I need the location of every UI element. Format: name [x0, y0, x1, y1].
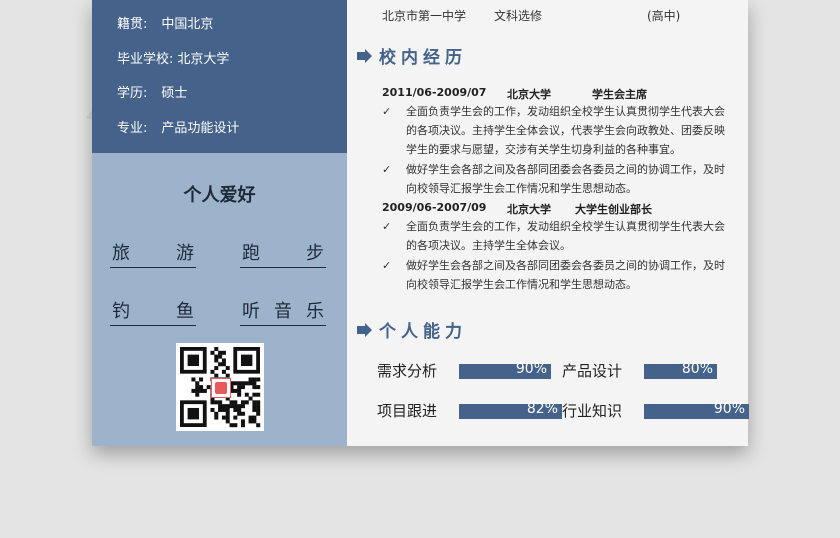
hobby-char: 乐 [306, 301, 324, 322]
info-label: 籍贯: [117, 17, 148, 32]
hobby-char: 音 [274, 301, 292, 322]
job-org: 北京大学 [507, 203, 551, 216]
info-hometown: 籍贯: 中国北京 [117, 13, 213, 32]
job-bullet: ✓ 全面负责学生会的工作，发动组织全校学生认真贯彻学生代表大会的各项决议。主持学… [382, 102, 727, 159]
skill-percent: 90% [713, 401, 745, 417]
hobby-char: 跑 [242, 243, 260, 264]
hobby-char: 旅 [112, 243, 130, 264]
info-degree: 学历: 硕士 [117, 82, 187, 101]
skill-name: 需求分析 [377, 362, 438, 380]
info-label: 专业: [117, 121, 148, 136]
skill-percent: 90% [515, 361, 547, 377]
skills-section-title: 个人能力 [357, 317, 467, 342]
hobby-char: 鱼 [176, 301, 194, 322]
info-value: 硕士 [161, 86, 188, 101]
info-value: 中国北京 [161, 17, 214, 32]
qr-code [176, 343, 264, 431]
check-icon: ✓ [382, 105, 392, 118]
hobby-char: 钓 [112, 301, 130, 322]
brand-logo-icon [211, 378, 231, 398]
hobby-char: 听 [242, 301, 260, 322]
check-icon: ✓ [382, 163, 392, 176]
info-value: 北京大学 [177, 52, 230, 67]
hobbies-title: 个人爱好 [183, 185, 256, 206]
check-icon: ✓ [382, 220, 392, 233]
education-level: (高中) [647, 9, 681, 23]
skill-name: 行业知识 [562, 402, 623, 420]
hobby-item: 听音乐 [240, 297, 326, 326]
hobby-item: 跑步 [240, 239, 326, 268]
education-major: 文科选修 [494, 9, 543, 23]
hobby-char: 游 [176, 243, 194, 264]
arrow-icon [357, 48, 372, 63]
main-content: 北京市第一中学 文科选修 (高中) 校内经历 2011/06-2009/07 北… [347, 0, 749, 446]
hobby-item: 钓鱼 [110, 297, 196, 326]
job-period: 2011/06-2009/07 [382, 86, 487, 99]
job-period: 2009/06-2007/09 [382, 201, 487, 214]
job-bullet: ✓ 全面负责学生会的工作，发动组织全校学生认真贯彻学生代表大会的各项决议。主持学… [382, 217, 727, 255]
job-bullet: ✓ 做好学生会各部之间及各部同团委会各委员之间的协调工作，及时向校领导汇报学生会… [382, 256, 727, 294]
campus-title-text: 校内经历 [379, 48, 467, 68]
info-value: 产品功能设计 [161, 121, 240, 136]
job-role: 大学生创业部长 [575, 203, 652, 216]
job-org: 北京大学 [507, 88, 551, 101]
skill-percent: 82% [526, 401, 558, 417]
resume-sheet: 籍贯: 中国北京 毕业学校: 北京大学 学历: 硕士 专业: 产品功能设计 个人爱好 旅… [92, 0, 749, 446]
check-icon: ✓ [382, 259, 392, 272]
info-school: 毕业学校: 北京大学 [117, 48, 229, 67]
hobby-item: 旅游 [110, 239, 196, 268]
education-school: 北京市第一中学 [382, 9, 467, 23]
skill-name: 项目跟进 [377, 402, 438, 420]
skill-name: 产品设计 [562, 362, 623, 380]
info-major: 专业: 产品功能设计 [117, 117, 239, 136]
info-label: 学历: [117, 86, 148, 101]
arrow-icon [357, 322, 372, 337]
campus-section-title: 校内经历 [357, 43, 467, 68]
hobbies-panel: 个人爱好 旅游 跑步 钓鱼 听音乐 [92, 153, 347, 446]
skills-title-text: 个人能力 [379, 322, 467, 342]
info-label: 毕业学校: [117, 52, 174, 67]
job-bullet: ✓ 做好学生会各部之间及各部同团委会各委员之间的协调工作，及时向校领导汇报学生会… [382, 160, 727, 198]
job-role: 学生会主席 [592, 88, 647, 101]
skill-percent: 80% [681, 361, 713, 377]
basic-info-panel: 籍贯: 中国北京 毕业学校: 北京大学 学历: 硕士 专业: 产品功能设计 [92, 0, 347, 153]
hobby-char: 步 [306, 243, 324, 264]
